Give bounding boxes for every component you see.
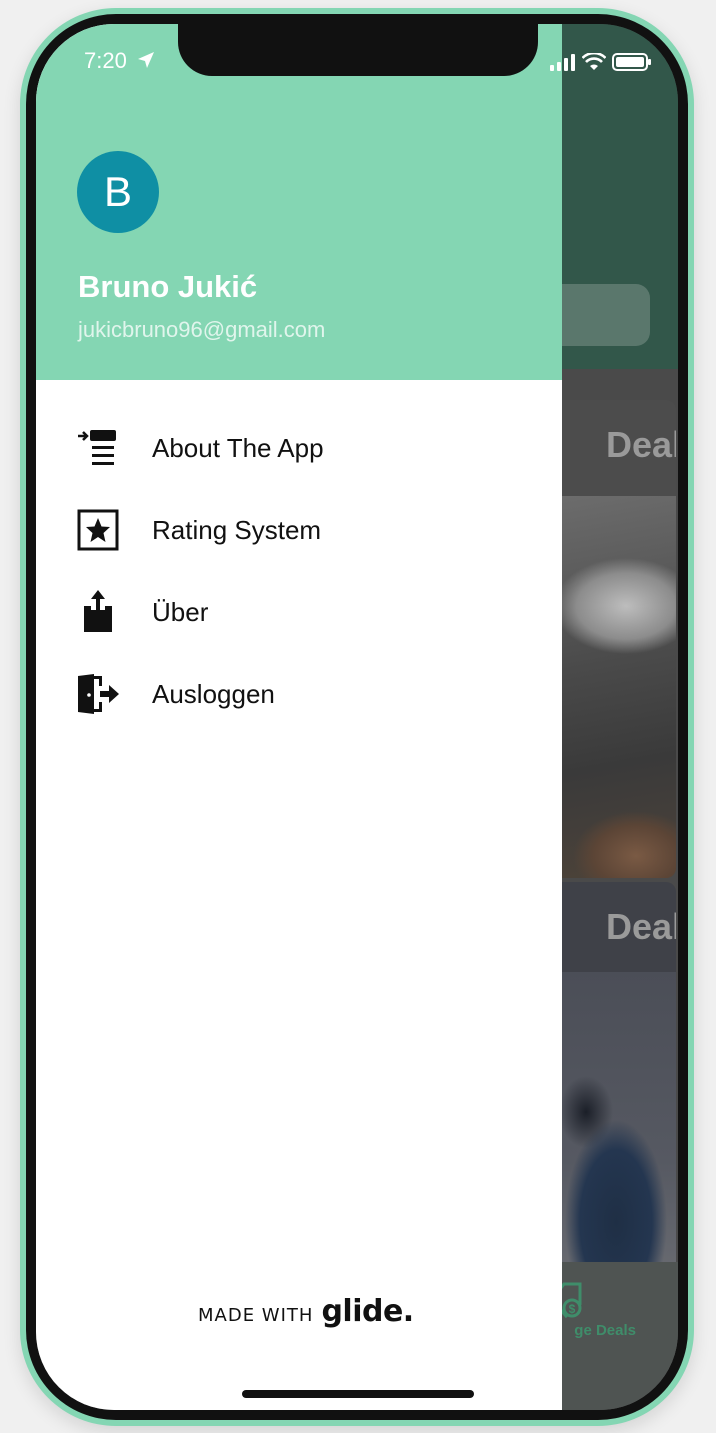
phone-frame: Deal Deal $ ge Deals B Bruno Jukić jukic…: [20, 8, 694, 1426]
star-box-icon: [76, 508, 120, 552]
menu-item-uber[interactable]: Über: [36, 571, 562, 653]
drawer-menu: About The App Rating System Über Auslogg…: [36, 407, 562, 735]
status-bar: 7:20: [36, 24, 678, 94]
svg-text:$: $: [569, 1302, 576, 1316]
status-indicators: [550, 51, 652, 77]
menu-item-label: Rating System: [152, 514, 322, 545]
made-with-glide-link[interactable]: MADE WITH glide.: [198, 1294, 414, 1329]
user-name: Bruno Jukić: [78, 269, 258, 304]
home-indicator[interactable]: [242, 1390, 474, 1398]
share-upload-icon: [76, 590, 120, 634]
made-with-text: MADE WITH: [198, 1305, 314, 1326]
menu-item-label: Über: [152, 596, 209, 627]
phone-bezel: Deal Deal $ ge Deals B Bruno Jukić jukic…: [26, 14, 688, 1420]
logout-door-icon: [76, 672, 120, 716]
menu-item-label: About The App: [152, 432, 324, 463]
menu-item-rating-system[interactable]: Rating System: [36, 489, 562, 571]
glide-logo: glide.: [321, 1294, 414, 1329]
menu-item-label: Ausloggen: [152, 678, 275, 709]
about-app-icon: [76, 426, 120, 470]
cellular-signal-icon: [550, 53, 576, 76]
avatar[interactable]: B: [77, 151, 159, 233]
status-time: 7:20: [84, 48, 127, 73]
navigation-drawer: B Bruno Jukić jukicbruno96@gmail.com Abo…: [36, 24, 562, 1410]
wifi-icon: [581, 51, 607, 76]
location-arrow-icon: [136, 50, 156, 70]
menu-item-ausloggen[interactable]: Ausloggen: [36, 653, 562, 735]
menu-item-about-the-app[interactable]: About The App: [36, 407, 562, 489]
battery-icon: [612, 52, 652, 77]
user-email: jukicbruno96@gmail.com: [78, 317, 326, 342]
screen: Deal Deal $ ge Deals B Bruno Jukić jukic…: [36, 24, 678, 1410]
notch: [178, 24, 538, 76]
